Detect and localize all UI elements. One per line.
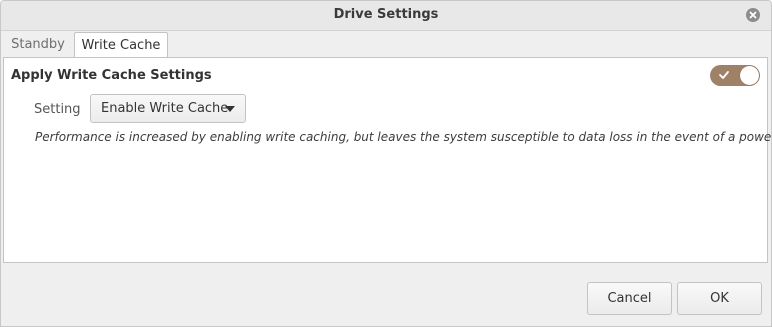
cancel-button[interactable]: Cancel bbox=[587, 282, 672, 315]
dropdown-selected-value: Enable Write Cache bbox=[101, 101, 229, 116]
apply-write-cache-switch[interactable] bbox=[710, 65, 760, 86]
ok-button[interactable]: OK bbox=[677, 282, 762, 315]
write-cache-description: Performance is increased by enabling wri… bbox=[35, 130, 772, 144]
title-bar[interactable]: Drive Settings bbox=[1, 1, 771, 31]
apply-write-cache-heading: Apply Write Cache Settings bbox=[11, 68, 212, 83]
switch-knob bbox=[740, 66, 759, 85]
close-icon bbox=[749, 11, 757, 19]
write-cache-panel: Apply Write Cache Settings Setting Enabl… bbox=[3, 57, 771, 263]
write-cache-setting-dropdown[interactable]: Enable Write Cache bbox=[90, 94, 246, 123]
tab-write-cache[interactable]: Write Cache bbox=[74, 32, 168, 58]
triangle-down-icon bbox=[225, 106, 235, 112]
setting-label: Setting bbox=[34, 102, 81, 117]
check-icon bbox=[719, 71, 729, 79]
close-button[interactable] bbox=[746, 8, 760, 22]
tab-standby[interactable]: Standby bbox=[3, 32, 73, 57]
drive-settings-dialog: Drive Settings Standby Write Cache Apply… bbox=[0, 0, 772, 327]
window-title: Drive Settings bbox=[333, 7, 439, 22]
